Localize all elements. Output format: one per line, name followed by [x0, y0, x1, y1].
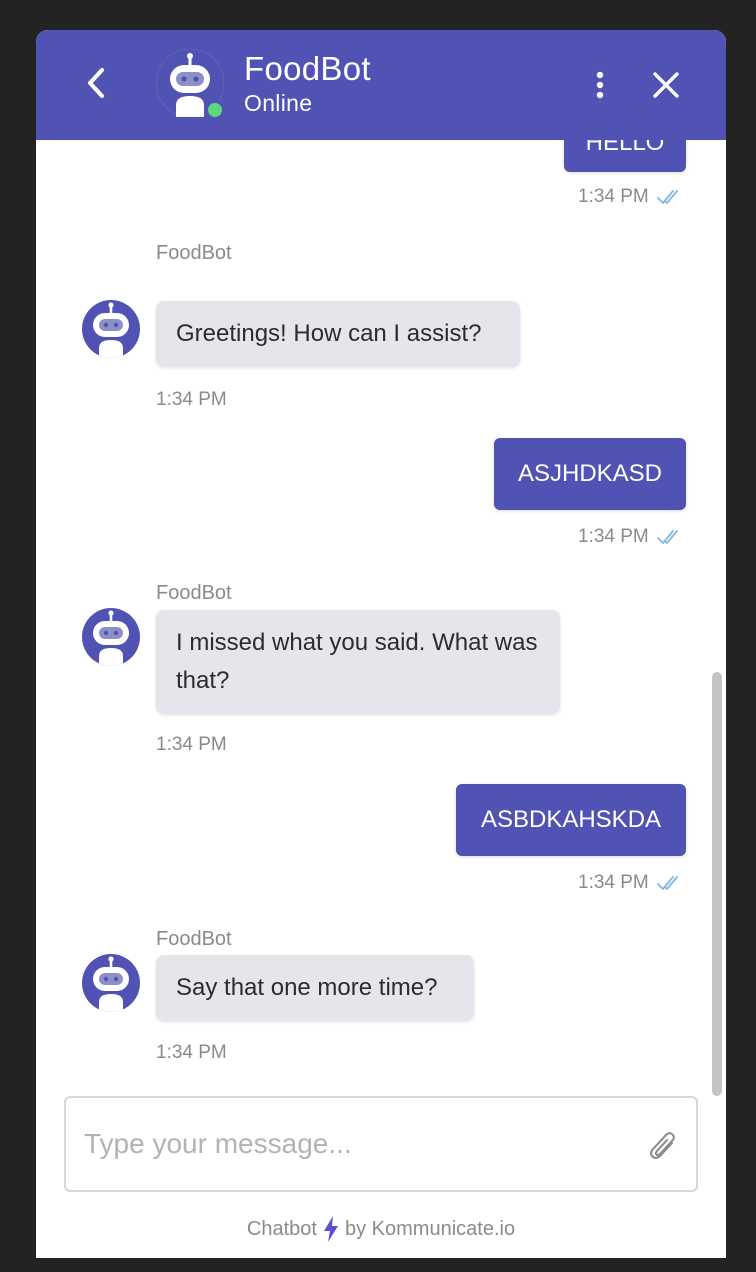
message-time: 1:34 PM	[156, 1042, 227, 1063]
robot-icon	[93, 610, 129, 666]
double-check-icon	[656, 190, 678, 204]
sender-name: FoodBot	[156, 242, 232, 264]
double-check-icon	[656, 876, 678, 890]
message-list[interactable]: HELLO 1:34 PM FoodBot Greetings! How can…	[36, 140, 726, 1090]
options-menu-button[interactable]	[588, 68, 612, 102]
sender-name: FoodBot	[156, 928, 232, 950]
bot-status: Online	[244, 90, 313, 116]
user-message-bubble: ASJHDKASD	[494, 438, 686, 510]
online-status-dot	[205, 100, 225, 120]
double-check-icon	[656, 530, 678, 544]
footer-suffix: by Kommunicate.io	[344, 1217, 516, 1240]
chat-widget: FoodBot Online HELLO 1:34 PM FoodBot Gre…	[36, 30, 726, 1258]
close-icon	[653, 72, 679, 98]
message-composer	[64, 1096, 698, 1192]
user-message-bubble: HELLO	[564, 140, 686, 172]
lightning-bolt-icon	[323, 1216, 338, 1242]
powered-by-footer[interactable]: Chatbot by Kommunicate.io	[36, 1214, 726, 1244]
bot-message-avatar	[82, 608, 140, 666]
bot-message-bubble: I missed what you said. What was that?	[156, 610, 560, 714]
robot-icon	[93, 956, 129, 1012]
message-text: I missed what you said. What was that?	[176, 629, 538, 694]
close-button[interactable]	[648, 68, 684, 102]
message-text: ASBDKAHSKDA	[480, 806, 662, 833]
bot-message-avatar	[82, 300, 140, 358]
footer-prefix: Chatbot	[246, 1217, 317, 1240]
message-time: 1:34 PM	[578, 872, 683, 894]
message-text: HELLO	[585, 140, 665, 156]
robot-icon	[93, 302, 129, 358]
message-list-scrollbar[interactable]	[712, 672, 722, 1096]
message-time: 1:34 PM	[578, 186, 683, 208]
chevron-left-icon	[88, 68, 104, 98]
time-text: 1:34 PM	[578, 872, 649, 893]
time-text: 1:34 PM	[578, 186, 649, 207]
back-button[interactable]	[80, 65, 112, 101]
paperclip-icon	[650, 1132, 675, 1159]
chat-header: FoodBot Online	[36, 30, 726, 140]
attach-button[interactable]	[646, 1128, 680, 1164]
message-time: 1:34 PM	[156, 389, 227, 410]
message-time: 1:34 PM	[156, 734, 227, 755]
message-text: Say that one more time?	[176, 974, 438, 1001]
message-text: ASJHDKASD	[517, 460, 663, 487]
bot-message-bubble: Say that one more time?	[156, 955, 474, 1021]
user-message-bubble: ASBDKAHSKDA	[456, 784, 686, 856]
bot-message-bubble: Greetings! How can I assist?	[156, 301, 520, 367]
time-text: 1:34 PM	[578, 526, 649, 547]
sender-name: FoodBot	[156, 582, 232, 604]
bot-name: FoodBot	[244, 50, 371, 87]
bot-message-avatar	[82, 954, 140, 1012]
kebab-menu-icon	[596, 71, 604, 99]
message-text: Greetings! How can I assist?	[176, 320, 482, 347]
message-input[interactable]	[84, 1122, 624, 1166]
message-time: 1:34 PM	[578, 526, 683, 548]
